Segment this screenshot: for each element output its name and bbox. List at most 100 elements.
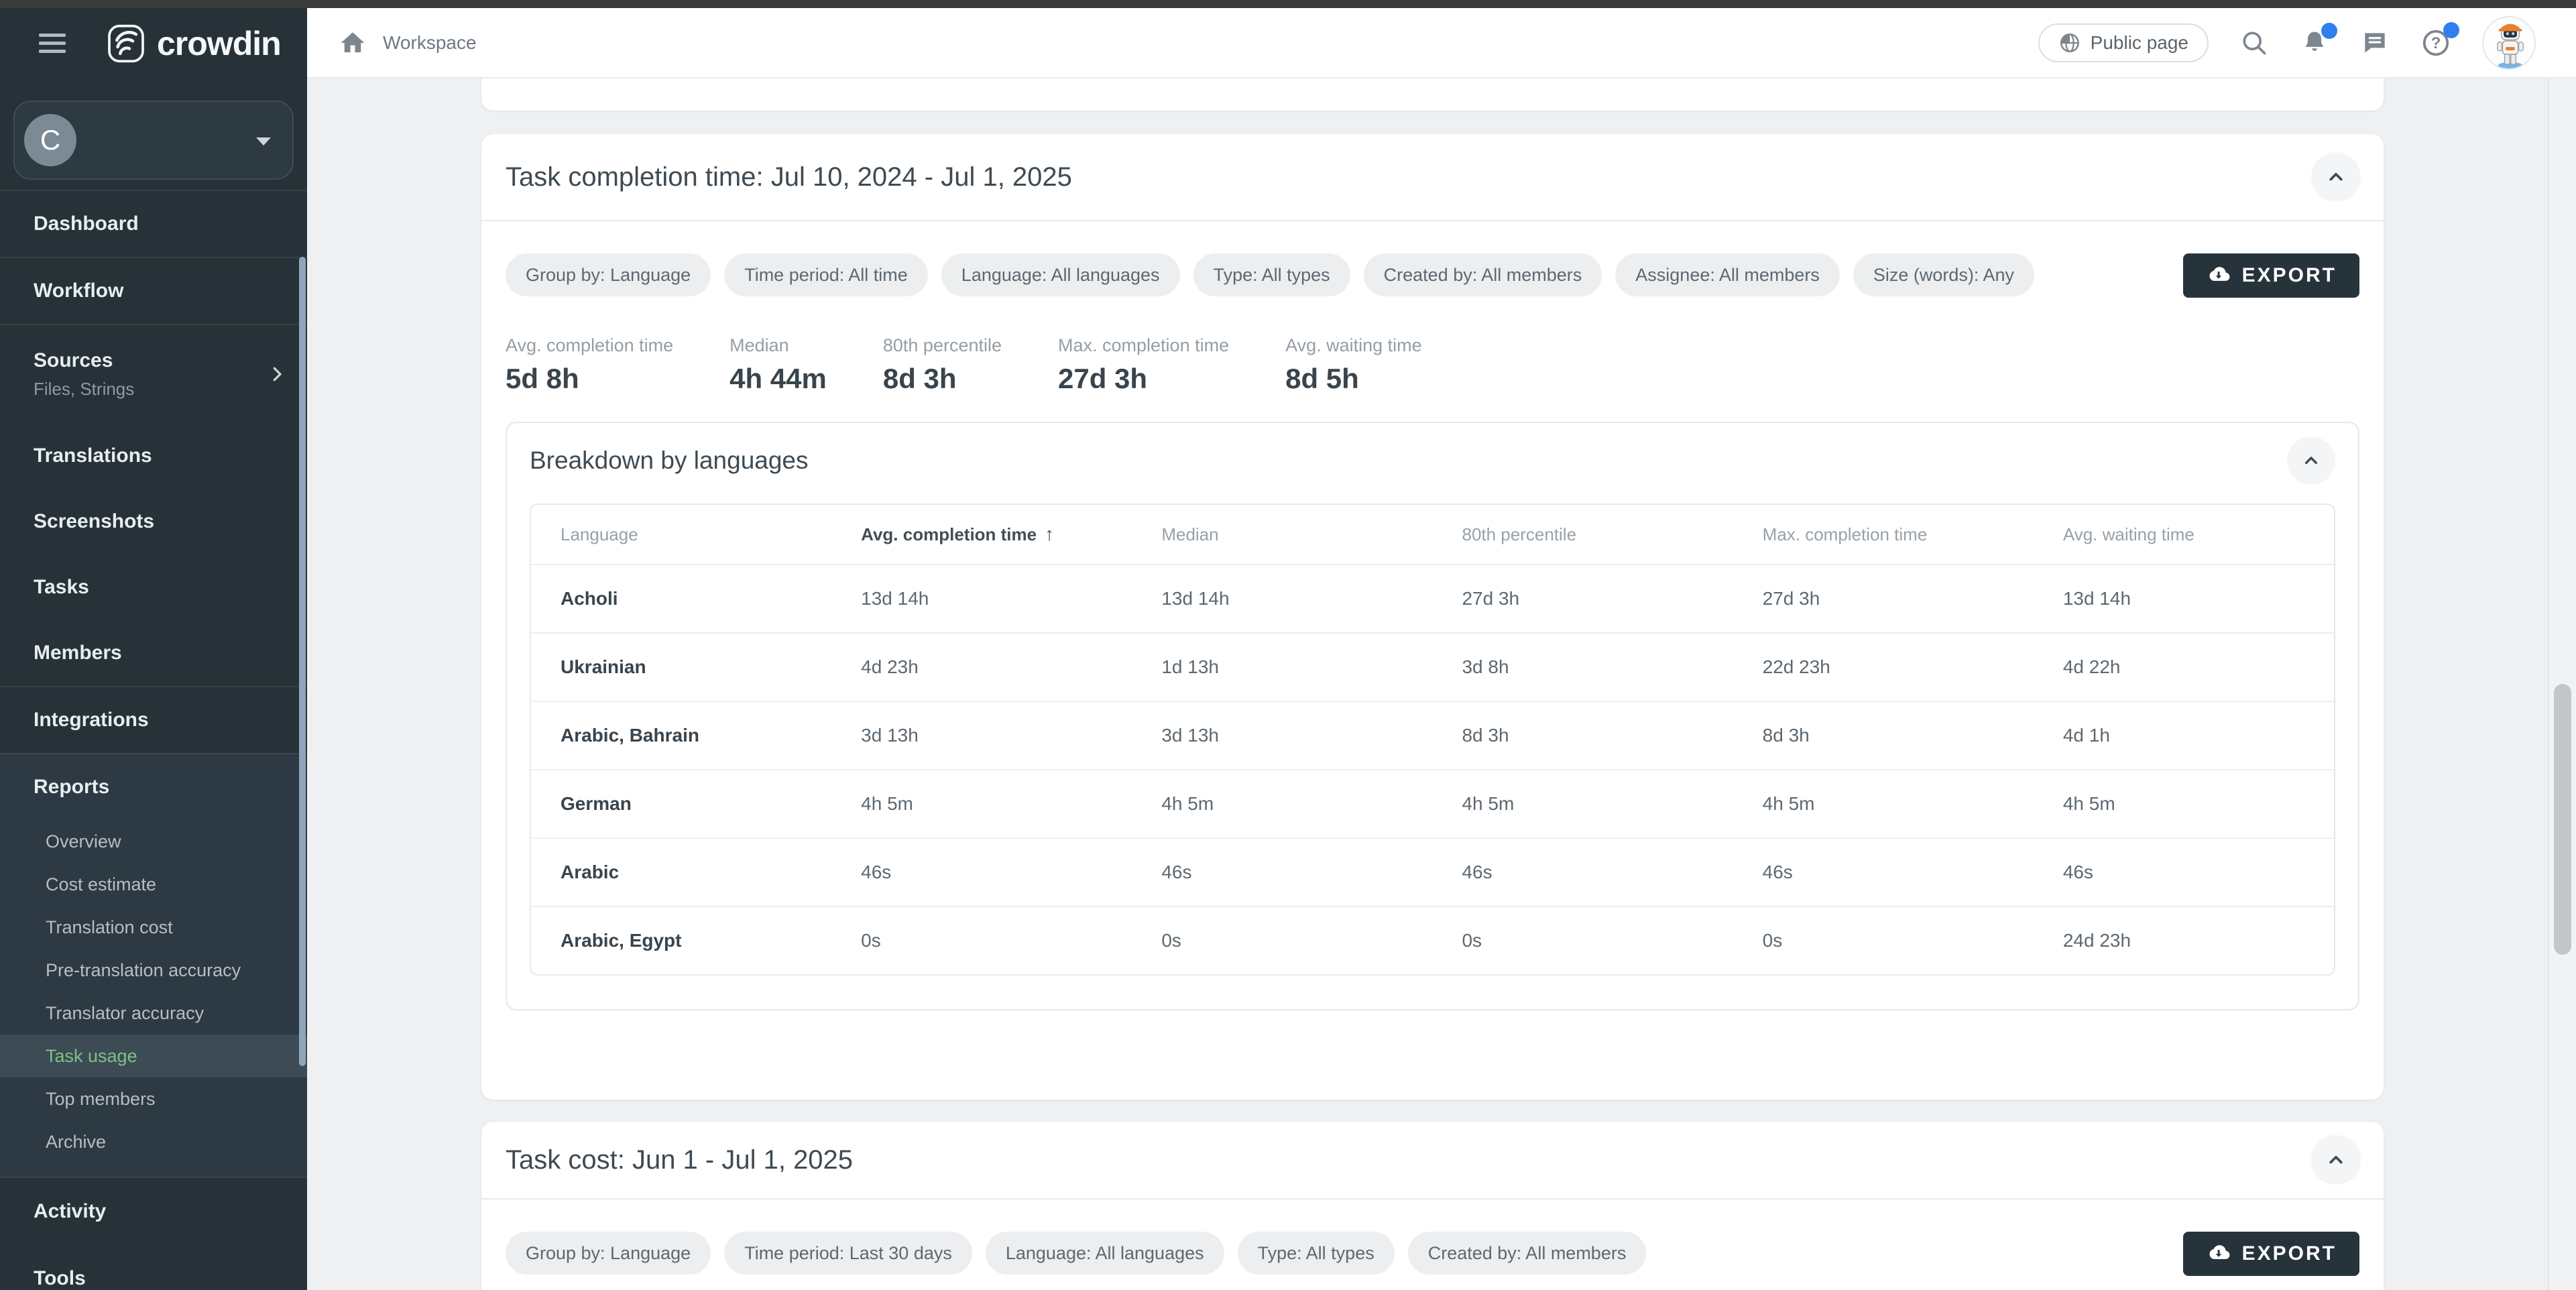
- filter-chip[interactable]: Time period: All time: [724, 253, 928, 296]
- filter-chip[interactable]: Assignee: All members: [1615, 253, 1840, 296]
- org-selector[interactable]: C: [13, 101, 294, 180]
- stat-block: 80th percentile 8d 3h: [883, 335, 1002, 395]
- public-page-button[interactable]: Public page: [2038, 23, 2209, 62]
- breadcrumb[interactable]: Workspace: [383, 32, 477, 54]
- sidebar-scrollbar[interactable]: [299, 257, 306, 1066]
- column-header[interactable]: 80th percentile ↑: [1432, 505, 1733, 564]
- crowdin-logo[interactable]: crowdin: [106, 23, 281, 64]
- table-cell: 3d 13h: [1132, 702, 1432, 769]
- filter-chip[interactable]: Type: All types: [1238, 1232, 1395, 1275]
- sidebar-item-integrations[interactable]: Integrations: [0, 687, 307, 753]
- user-avatar[interactable]: [2482, 16, 2536, 70]
- filter-chips: Group by: Language Time period: Last 30 …: [506, 1232, 1646, 1275]
- sidebar-item-sources[interactable]: Sources Files, Strings: [0, 325, 307, 423]
- filter-chip[interactable]: Time period: Last 30 days: [724, 1232, 972, 1275]
- summary-stats: Avg. completion time 5d 8h Median 4h 44m…: [506, 335, 2359, 395]
- breakdown-header: Breakdown by languages: [507, 423, 2358, 498]
- table-cell: 4h 5m: [2034, 770, 2334, 837]
- sources-subtitle: Files, Strings: [34, 379, 307, 400]
- stat-label: Max. completion time: [1058, 335, 1229, 356]
- table-cell: 46s: [2034, 839, 2334, 906]
- stat-value: 8d 5h: [1285, 363, 1422, 395]
- column-header[interactable]: Language ↑: [531, 505, 831, 564]
- page-scrollbar-thumb[interactable]: [2554, 684, 2571, 955]
- collapse-button[interactable]: [2287, 436, 2335, 485]
- stat-block: Avg. waiting time 8d 5h: [1285, 335, 1422, 395]
- column-header[interactable]: Avg. completion time ↑: [831, 505, 1132, 564]
- filter-chip[interactable]: Created by: All members: [1364, 253, 1602, 296]
- language-cell: Ukrainian: [531, 634, 831, 701]
- globe-icon: [2058, 32, 2081, 54]
- filter-chips: Group by: Language Time period: All time…: [506, 253, 2034, 296]
- filter-chip[interactable]: Group by: Language: [506, 1232, 711, 1275]
- task-cost-title: Task cost: Jun 1 - Jul 1, 2025: [506, 1145, 853, 1175]
- chevron-right-icon: [267, 364, 287, 384]
- previous-card-bottom: [481, 78, 2384, 111]
- chevron-down-icon: [256, 137, 271, 145]
- table-cell: 0s: [831, 907, 1132, 974]
- table-cell: 4d 23h: [831, 634, 1132, 701]
- sidebar-subitem[interactable]: Translation cost: [0, 906, 307, 949]
- search-icon[interactable]: [2239, 28, 2269, 58]
- home-icon[interactable]: [339, 29, 367, 57]
- table-cell: 3d 8h: [1432, 634, 1733, 701]
- sidebar-subitem[interactable]: Top members: [0, 1077, 307, 1120]
- task-cost-header: Task cost: Jun 1 - Jul 1, 2025: [481, 1122, 2384, 1199]
- filter-chip[interactable]: Group by: Language: [506, 253, 711, 296]
- filter-chip[interactable]: Type: All types: [1193, 253, 1350, 296]
- filter-chip[interactable]: Created by: All members: [1408, 1232, 1647, 1275]
- stat-label: Median: [729, 335, 827, 356]
- breakdown-title: Breakdown by languages: [530, 447, 809, 475]
- table-cell: 46s: [1733, 839, 2034, 906]
- sidebar-subitem[interactable]: Cost estimate: [0, 863, 307, 906]
- sidebar-item-members[interactable]: Members: [0, 620, 307, 686]
- org-avatar: C: [24, 114, 76, 166]
- sidebar-item-workflow[interactable]: Workflow: [0, 258, 307, 324]
- stat-value: 27d 3h: [1058, 363, 1229, 395]
- sort-asc-icon: ↑: [1045, 524, 1054, 545]
- sidebar-subitem[interactable]: Pre-translation accuracy: [0, 949, 307, 992]
- chat-icon[interactable]: [2360, 28, 2390, 58]
- table-cell: 27d 3h: [1432, 565, 1733, 632]
- page-scrollbar[interactable]: [2548, 78, 2576, 1290]
- collapse-button[interactable]: [2311, 152, 2361, 202]
- cloud-download-icon: [2206, 1241, 2231, 1267]
- table-cell: 3d 13h: [831, 702, 1132, 769]
- table-cell: 46s: [1432, 839, 1733, 906]
- bell-icon[interactable]: [2300, 28, 2329, 58]
- sidebar-item-dashboard[interactable]: Dashboard: [0, 191, 307, 257]
- export-button[interactable]: EXPORT: [2183, 1232, 2359, 1276]
- column-header[interactable]: Median ↑: [1132, 505, 1432, 564]
- sidebar-item-tools[interactable]: Tools: [0, 1245, 307, 1290]
- sidebar-item-translations[interactable]: Translations: [0, 423, 307, 489]
- table-cell: 0s: [1733, 907, 2034, 974]
- export-button[interactable]: EXPORT: [2183, 253, 2359, 298]
- table-row: German 4h 5m 4h 5m 4h 5m: [531, 769, 2334, 837]
- filter-chip[interactable]: Size (words): Any: [1853, 253, 2034, 296]
- language-cell: Acholi: [531, 565, 831, 632]
- sidebar-subitem[interactable]: Archive: [0, 1120, 307, 1163]
- sidebar-subitem[interactable]: Translator accuracy: [0, 992, 307, 1035]
- topbar-actions: Public page ?: [2038, 16, 2576, 70]
- column-header[interactable]: Avg. waiting time ↑: [2034, 505, 2334, 564]
- filter-chip[interactable]: Language: All languages: [941, 253, 1180, 296]
- table-row: Arabic, Egypt 0s 0s 0s: [531, 906, 2334, 974]
- cloud-download-icon: [2206, 263, 2231, 288]
- sidebar-subitem[interactable]: Overview: [0, 820, 307, 863]
- table-row: Arabic, Bahrain 3d 13h 3d 13h 8d 3h: [531, 701, 2334, 769]
- sidebar-item-screenshots[interactable]: Screenshots: [0, 489, 307, 554]
- stat-block: Max. completion time 27d 3h: [1058, 335, 1229, 395]
- sidebar-item-reports[interactable]: Reports: [0, 754, 307, 820]
- table-cell: 46s: [831, 839, 1132, 906]
- table-cell: 4h 5m: [1733, 770, 2034, 837]
- collapse-button[interactable]: [2311, 1135, 2361, 1185]
- filter-chip[interactable]: Language: All languages: [986, 1232, 1224, 1275]
- sidebar-item-tasks[interactable]: Tasks: [0, 554, 307, 620]
- menu-icon[interactable]: [39, 29, 67, 58]
- sidebar-subitem[interactable]: Task usage: [0, 1035, 307, 1077]
- crowdin-logo-icon: [106, 23, 146, 64]
- help-icon[interactable]: ?: [2420, 27, 2451, 58]
- sidebar-item-activity[interactable]: Activity: [0, 1178, 307, 1245]
- column-header[interactable]: Max. completion time ↑: [1733, 505, 2034, 564]
- task-completion-title: Task completion time: Jul 10, 2024 - Jul…: [506, 162, 1072, 192]
